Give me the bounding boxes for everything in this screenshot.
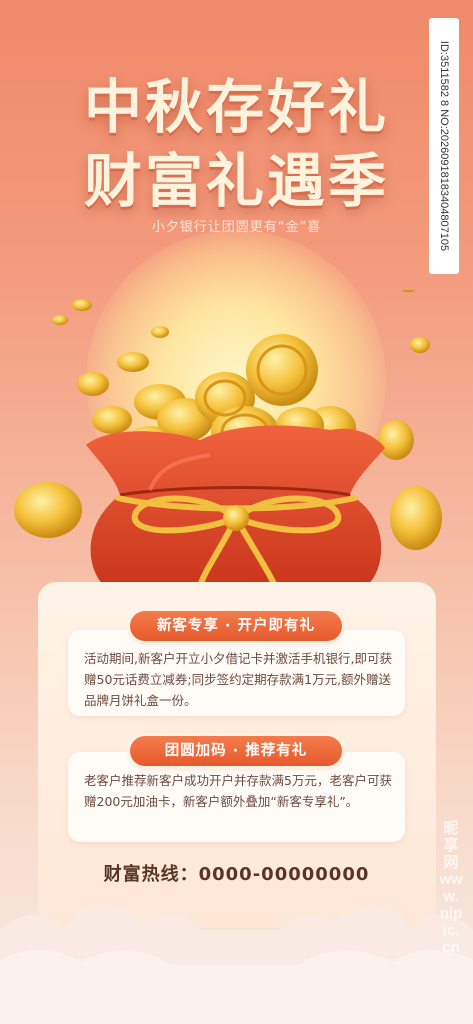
subtitle: 小夕银行让团圆更有“金”喜 [151, 220, 322, 235]
bow-knot [223, 505, 249, 531]
section2-heading: 团圆加码 · 推荐有礼 [130, 736, 342, 766]
section1-body: 活动期间,新客户开立小夕借记卡并激活手机银行,即可获赠50元话费立减券;同步签约… [84, 651, 392, 708]
watermark-site: 昵享网 www.nipic.cn [439, 820, 463, 956]
section2-body: 老客户推荐新客户成功开户并存款满5万元，老客户可获赠200元加油卡，新客户额外叠… [84, 773, 392, 809]
title-line-2: 财富礼遇季 [83, 147, 389, 215]
watermark-id-strip: ID:3511582 8 NO:20260918183404807105 [429, 18, 459, 274]
watermark-id-text: ID:3511582 8 NO:20260918183404807105 [438, 40, 450, 252]
cloud-decoration [0, 905, 473, 1024]
title-line-1: 中秋存好礼 [83, 73, 389, 141]
section1-heading: 新客专享 · 开户即有礼 [130, 611, 342, 641]
money-bag-illustration [14, 290, 442, 590]
hotline: 财富热线：0000-00000000 [103, 864, 370, 885]
section1-card: 活动期间,新客户开立小夕借记卡并激活手机银行,即可获赠50元话费立减券;同步签约… [68, 630, 405, 716]
